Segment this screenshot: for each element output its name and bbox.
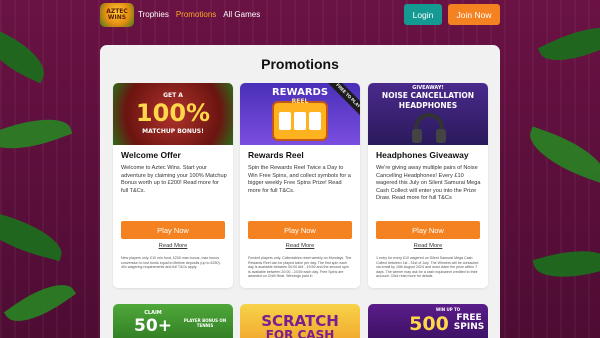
play-now-button[interactable]: Play Now xyxy=(376,221,480,239)
promo-card-tennis-bonus[interactable]: CLAIM 50+ PLAYER BONUS ON TENNIS xyxy=(113,304,233,338)
rewards-reel-banner[interactable]: REWARDS REEL FREE TO PLAY xyxy=(240,83,360,145)
card-terms: 1 entry for every £10 wagered on Silent … xyxy=(376,256,479,279)
promo-card-scratch[interactable]: SCRATCH FOR CASH xyxy=(240,304,360,338)
read-more-link[interactable]: Read More xyxy=(368,243,488,249)
promo-card-welcome: GET A 100% MATCHUP BONUS! Welcome Offer … xyxy=(113,83,233,288)
jungle-leaf xyxy=(522,126,600,184)
play-now-button[interactable]: Play Now xyxy=(121,221,225,239)
card-description: Spin the Rewards Reel Twice a Day to Win… xyxy=(248,165,351,194)
jungle-leaf xyxy=(0,26,54,84)
jungle-leaf xyxy=(3,272,77,334)
headphones-giveaway-banner[interactable]: GIVEAWAY! NOISE CANCELLATION HEADPHONES xyxy=(368,83,488,145)
read-more-link[interactable]: Read More xyxy=(240,243,360,249)
jungle-leaf xyxy=(0,107,73,161)
headphones-icon xyxy=(412,113,446,143)
nav-link-all-games[interactable]: All Games xyxy=(223,10,260,19)
nav-links: Trophies Promotions All Games xyxy=(138,10,260,19)
promo-card-rewards-reel: REWARDS REEL FREE TO PLAY Rewards Reel S… xyxy=(240,83,360,288)
card-title: Rewards Reel xyxy=(248,150,304,160)
login-button[interactable]: Login xyxy=(404,4,442,25)
card-title: Welcome Offer xyxy=(121,150,181,160)
card-terms: Funded players only. Collectables reset … xyxy=(248,256,352,279)
card-terms: New players only. £10 min fund, £200 max… xyxy=(121,256,221,270)
card-title: Headphones Giveaway xyxy=(376,150,469,160)
nav-link-promotions[interactable]: Promotions xyxy=(176,10,216,19)
welcome-offer-banner[interactable]: GET A 100% MATCHUP BONUS! xyxy=(113,83,233,145)
aztec-wins-logo[interactable]: AZTEC WINS xyxy=(100,3,134,27)
play-now-button[interactable]: Play Now xyxy=(248,221,352,239)
slot-machine-icon xyxy=(272,101,328,141)
top-nav: AZTEC WINS Trophies Promotions All Games… xyxy=(0,0,600,30)
jungle-leaf xyxy=(532,240,600,288)
page-title: Promotions xyxy=(261,56,339,72)
promo-card-headphones: GIVEAWAY! NOISE CANCELLATION HEADPHONES … xyxy=(368,83,488,288)
nav-link-trophies[interactable]: Trophies xyxy=(138,10,169,19)
promo-card-free-spins[interactable]: WIN UP TO 500 FREE SPINS xyxy=(368,304,488,338)
join-now-button[interactable]: Join Now xyxy=(448,4,500,25)
read-more-link[interactable]: Read More xyxy=(113,243,233,249)
card-description: Welcome to Aztec Wins. Start your advent… xyxy=(121,165,227,194)
jungle-leaf xyxy=(0,208,68,262)
card-description: We're giving away multiple pairs of Nois… xyxy=(376,165,481,202)
